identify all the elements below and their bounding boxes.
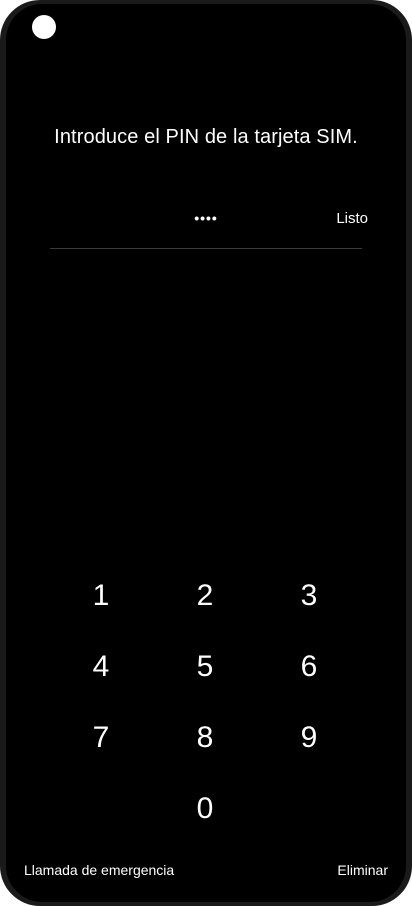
key-8[interactable]: 8 xyxy=(160,708,250,768)
phone-frame: Introduce el PIN de la tarjeta SIM. ••••… xyxy=(0,0,412,906)
delete-button[interactable]: Eliminar xyxy=(337,862,388,878)
key-5[interactable]: 5 xyxy=(160,637,250,697)
page-title: Introduce el PIN de la tarjeta SIM. xyxy=(54,126,358,148)
pin-masked-value: •••• xyxy=(194,210,218,226)
key-9[interactable]: 9 xyxy=(264,708,354,768)
key-6[interactable]: 6 xyxy=(264,637,354,697)
key-0[interactable]: 0 xyxy=(160,779,250,839)
key-1[interactable]: 1 xyxy=(56,566,146,626)
pin-entry-field[interactable]: •••• Listo xyxy=(50,200,368,249)
key-7[interactable]: 7 xyxy=(56,708,146,768)
front-camera-icon xyxy=(32,15,56,39)
key-4[interactable]: 4 xyxy=(56,637,146,697)
key-3[interactable]: 3 xyxy=(264,566,354,626)
sim-pin-screen: Introduce el PIN de la tarjeta SIM. ••••… xyxy=(6,4,406,902)
done-button[interactable]: Listo xyxy=(336,210,368,227)
emergency-call-button[interactable]: Llamada de emergencia xyxy=(24,862,174,878)
key-2[interactable]: 2 xyxy=(160,566,250,626)
